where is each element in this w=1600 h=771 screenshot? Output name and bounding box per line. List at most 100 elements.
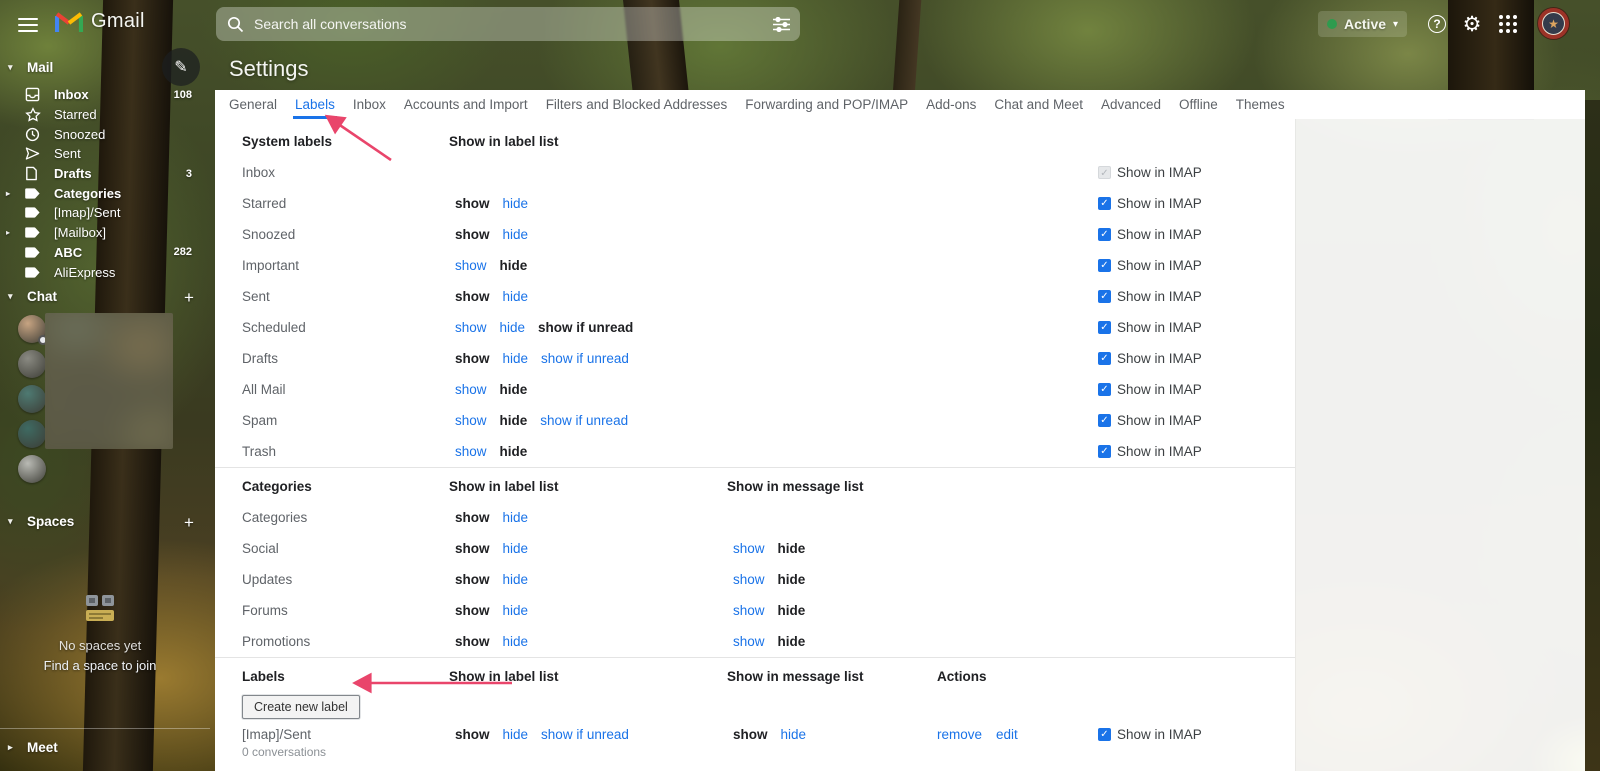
show-option[interactable]: show [733,603,765,618]
sidebar-item-inbox[interactable]: Inbox 108 [0,85,210,105]
show-in-imap-checkbox[interactable]: ✓ [1098,414,1111,427]
show-option[interactable]: show [455,196,490,211]
tab-forwarding-and-pop-imap[interactable]: Forwarding and POP/IMAP [745,90,908,119]
chat-section-header[interactable]: ▾ Chat [8,289,57,304]
sidebar-item-snoozed[interactable]: Snoozed [0,124,210,144]
sidebar-item-mailbox[interactable]: ▸ [Mailbox] [0,223,210,243]
hide-option[interactable]: hide [503,510,529,525]
hide-option[interactable]: hide [500,258,528,273]
hide-option[interactable]: hide [503,196,529,211]
chat-contact-avatar[interactable] [18,455,46,483]
hide-option[interactable]: hide [503,351,529,366]
show-option[interactable]: show [733,572,765,587]
main-menu-icon[interactable] [18,14,38,34]
sidebar-item-starred[interactable]: Starred [0,105,210,125]
edit-link[interactable]: edit [996,727,1018,742]
hide-option[interactable]: hide [778,634,806,649]
show-option[interactable]: show [733,634,765,649]
show-option[interactable]: show [455,413,487,428]
mail-section-header[interactable]: ▾ Mail [8,60,53,75]
show-option[interactable]: show [455,351,490,366]
hide-option[interactable]: hide [500,413,528,428]
show-option[interactable]: show [455,258,487,273]
chevron-right-icon[interactable]: ▸ [0,189,14,198]
search-options-icon[interactable] [762,16,800,32]
show-in-imap-checkbox[interactable]: ✓ [1098,228,1111,241]
chat-contact-avatar[interactable] [18,350,46,378]
tab-inbox[interactable]: Inbox [353,90,386,119]
sidebar-item-abc[interactable]: ABC 282 [0,243,210,263]
tab-labels[interactable]: Labels [293,90,337,119]
show-option[interactable]: show [455,444,487,459]
search-icon[interactable] [216,16,254,33]
show-in-imap-checkbox[interactable]: ✓ [1098,321,1111,334]
status-selector[interactable]: Active ▾ [1318,11,1408,37]
show-in-imap-checkbox[interactable]: ✓ [1098,383,1111,396]
new-chat-button[interactable]: + [180,289,198,307]
hide-option[interactable]: hide [778,541,806,556]
hide-option[interactable]: hide [781,727,807,742]
show-option[interactable]: show [455,227,490,242]
sidebar-item-drafts[interactable]: Drafts 3 [0,164,210,184]
tab-themes[interactable]: Themes [1236,90,1285,119]
account-avatar[interactable]: ★ [1538,8,1569,39]
chat-contact-avatar[interactable] [18,315,48,345]
show-in-imap-checkbox[interactable]: ✓ [1098,197,1111,210]
sidebar-item-aliexpress[interactable]: AliExpress [0,262,210,282]
tab-general[interactable]: General [229,90,277,119]
new-space-button[interactable]: + [180,514,198,532]
show-option[interactable]: show [455,510,490,525]
show-option[interactable]: show [455,727,490,742]
chat-contact-avatar[interactable] [18,385,46,413]
show-if-unread-option[interactable]: show if unread [538,320,633,335]
show-option[interactable]: show [455,603,490,618]
show-in-imap-checkbox[interactable]: ✓ [1098,259,1111,272]
search-input[interactable] [254,16,762,32]
hide-option[interactable]: hide [503,727,529,742]
spaces-section-header[interactable]: ▾ Spaces [8,514,74,529]
remove-link[interactable]: remove [937,727,982,742]
find-space-link[interactable]: Find a space to join [0,658,200,673]
compose-button[interactable]: ✎ [162,48,200,86]
hide-option[interactable]: hide [500,382,528,397]
create-new-label-button[interactable]: Create new label [242,695,360,719]
tab-advanced[interactable]: Advanced [1101,90,1161,119]
sidebar-item-imap-sent[interactable]: [Imap]/Sent [0,203,210,223]
hide-option[interactable]: hide [503,603,529,618]
show-if-unread-option[interactable]: show if unread [540,413,628,428]
show-if-unread-option[interactable]: show if unread [541,351,629,366]
show-option[interactable]: show [733,727,768,742]
show-option[interactable]: show [455,634,490,649]
sidebar-item-categories[interactable]: ▸ Categories [0,183,210,203]
chat-contact-avatar[interactable] [18,420,46,448]
google-apps-icon[interactable] [1494,10,1522,38]
tab-chat-and-meet[interactable]: Chat and Meet [994,90,1083,119]
show-in-imap-checkbox[interactable]: ✓ [1098,728,1111,741]
hide-option[interactable]: hide [500,444,528,459]
hide-option[interactable]: hide [500,320,526,335]
chevron-right-icon[interactable]: ▸ [0,228,14,237]
hide-option[interactable]: hide [503,634,529,649]
hide-option[interactable]: hide [503,289,529,304]
hide-option[interactable]: hide [778,603,806,618]
hide-option[interactable]: hide [503,227,529,242]
sidebar-item-sent[interactable]: Sent [0,144,210,164]
settings-gear-icon[interactable]: ⚙ [1458,10,1486,38]
meet-section-header[interactable]: ▸ Meet [8,740,58,755]
search-bar[interactable] [216,7,800,41]
show-option[interactable]: show [455,289,490,304]
hide-option[interactable]: hide [503,572,529,587]
hide-option[interactable]: hide [503,541,529,556]
show-option[interactable]: show [733,541,765,556]
tab-offline[interactable]: Offline [1179,90,1218,119]
show-if-unread-option[interactable]: show if unread [541,727,629,742]
tab-accounts-and-import[interactable]: Accounts and Import [404,90,528,119]
show-in-imap-checkbox[interactable]: ✓ [1098,445,1111,458]
show-option[interactable]: show [455,320,487,335]
tab-filters-and-blocked-addresses[interactable]: Filters and Blocked Addresses [546,90,728,119]
help-icon[interactable]: ? [1423,10,1451,38]
show-in-imap-checkbox[interactable]: ✓ [1098,352,1111,365]
tab-add-ons[interactable]: Add-ons [926,90,976,119]
hide-option[interactable]: hide [778,572,806,587]
show-option[interactable]: show [455,541,490,556]
